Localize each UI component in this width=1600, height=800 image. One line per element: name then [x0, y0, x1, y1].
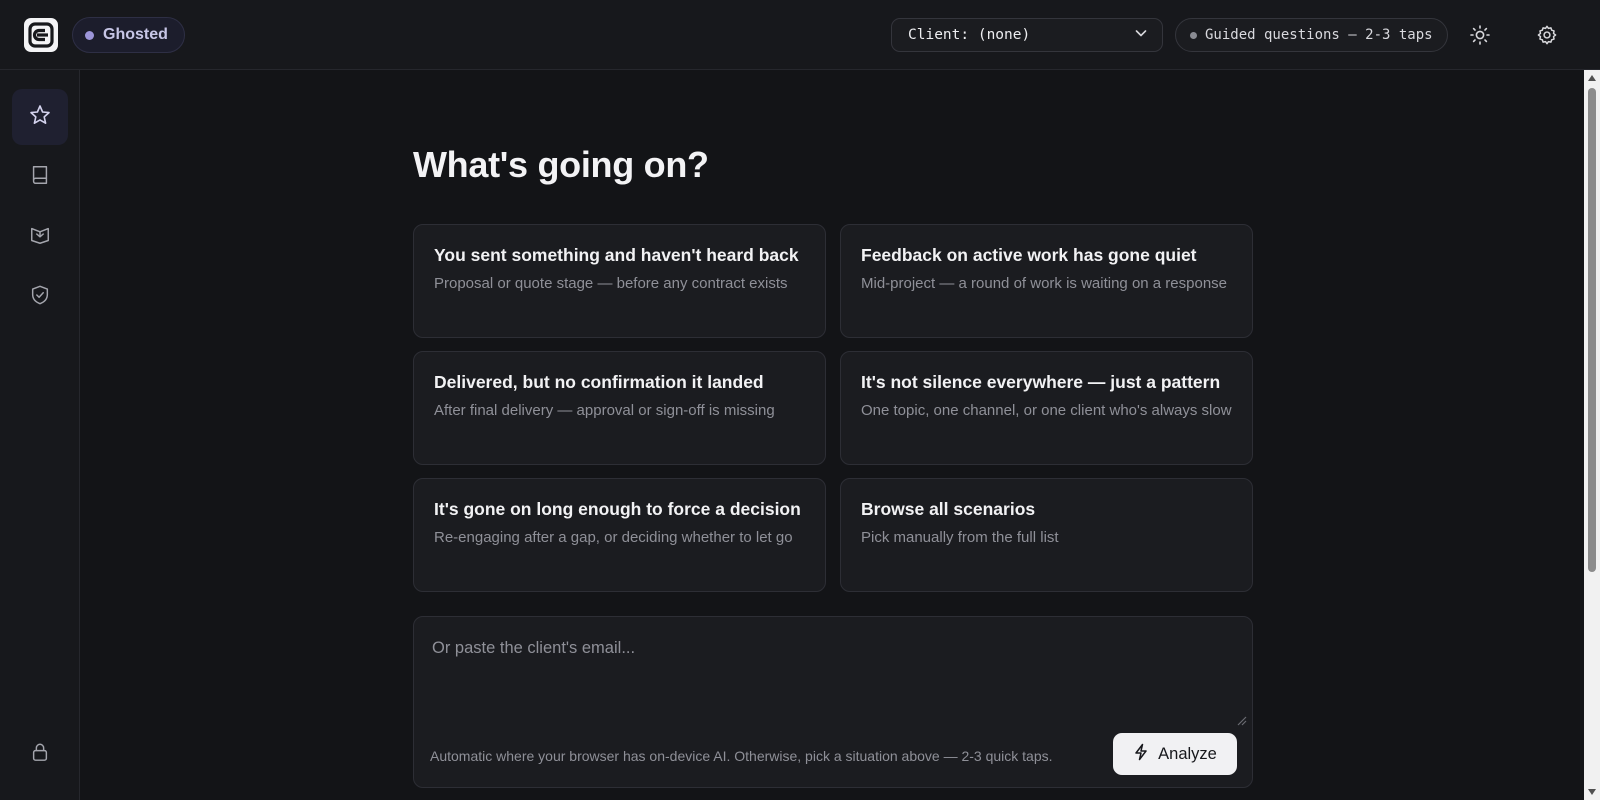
scenario-card-title: Delivered, but no confirmation it landed: [434, 372, 764, 392]
scenario-card-title: It's not silence everywhere — just a pat…: [861, 372, 1221, 392]
chevron-down-icon: [1134, 26, 1148, 44]
lock-icon: [30, 741, 50, 768]
sidebar-item-playbook[interactable]: [12, 209, 68, 265]
page-title: What's going on?: [413, 144, 709, 185]
scenario-card-description: Mid-project — a round of work is waiting…: [861, 275, 1228, 292]
sun-icon[interactable]: [1465, 20, 1495, 50]
open-book-icon: [29, 224, 51, 251]
email-paste-panel: Automatic where your browser has on-devi…: [413, 616, 1253, 788]
analyze-button[interactable]: Analyze: [1113, 733, 1237, 775]
mode-label: Ghosted: [103, 26, 168, 43]
scenario-card-title: Browse all scenarios: [861, 499, 1036, 519]
lightning-icon: [1133, 743, 1149, 766]
scroll-thumb[interactable]: [1588, 88, 1596, 572]
scenario-card-title: It's gone on long enough to force a deci…: [434, 499, 801, 519]
guided-status-dot: [1190, 31, 1197, 39]
scenario-card-delivered[interactable]: Delivered, but no confirmation it landed…: [413, 351, 826, 465]
scroll-up-arrow[interactable]: [1588, 75, 1596, 81]
scenario-card-browse-all[interactable]: Browse all scenarios Pick manually from …: [840, 478, 1253, 592]
analyze-hint-text: Automatic where your browser has on-devi…: [430, 748, 1053, 764]
scenario-card-title: You sent something and haven't heard bac…: [434, 245, 799, 265]
top-bar: Ghosted Client: (none) Guided questions …: [0, 0, 1600, 70]
scenario-grid: You sent something and haven't heard bac…: [413, 224, 1253, 592]
guided-questions-toggle[interactable]: Guided questions — 2-3 taps: [1175, 18, 1448, 52]
email-paste-input[interactable]: [414, 617, 1252, 723]
gear-icon[interactable]: [1532, 20, 1562, 50]
scenario-card-description: After final delivery — approval or sign-…: [434, 402, 775, 419]
book-icon: [29, 164, 51, 191]
scroll-down-arrow[interactable]: [1588, 789, 1596, 795]
star-icon: [28, 103, 52, 132]
analyze-button-label: Analyze: [1158, 744, 1217, 763]
scenario-card-description: One topic, one channel, or one client wh…: [861, 402, 1232, 419]
scenario-card-description: Pick manually from the full list: [861, 529, 1059, 546]
client-select[interactable]: Client: (none): [891, 18, 1163, 52]
sidebar-item-scenarios[interactable]: [12, 89, 68, 145]
scenario-card-feedback-quiet[interactable]: Feedback on active work has gone quiet M…: [840, 224, 1253, 338]
guided-questions-label: Guided questions — 2-3 taps: [1205, 27, 1433, 43]
scenario-card-force-decision[interactable]: It's gone on long enough to force a deci…: [413, 478, 826, 592]
scenario-card-pattern[interactable]: It's not silence everywhere — just a pat…: [840, 351, 1253, 465]
sidebar: [0, 70, 80, 800]
resize-grip-icon[interactable]: [1237, 713, 1247, 726]
mode-badge[interactable]: Ghosted: [72, 17, 185, 53]
page-scrollbar[interactable]: [1584, 70, 1600, 800]
scenario-card-title: Feedback on active work has gone quiet: [861, 245, 1197, 265]
scenario-card-description: Re-engaging after a gap, or deciding whe…: [434, 529, 793, 546]
client-select-value: Client: (none): [908, 27, 1031, 43]
app-logo-icon[interactable]: [24, 18, 58, 52]
sidebar-item-protection[interactable]: [12, 269, 68, 325]
mode-status-dot: [85, 30, 94, 40]
scenario-card-description: Proposal or quote stage — before any con…: [434, 275, 788, 292]
scenario-card-no-reply[interactable]: You sent something and haven't heard bac…: [413, 224, 826, 338]
sidebar-item-library[interactable]: [12, 149, 68, 205]
shield-check-icon: [29, 284, 51, 311]
sidebar-item-lock[interactable]: [12, 726, 68, 782]
